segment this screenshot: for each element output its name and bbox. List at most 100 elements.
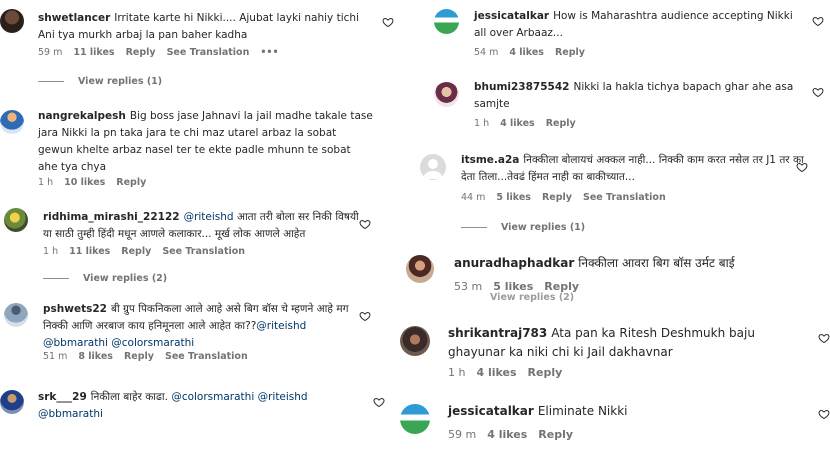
comment-meta: 44 m 5 likes Reply See Translation [461, 192, 677, 203]
username[interactable]: srk___29 [38, 391, 87, 403]
heart-icon[interactable] [373, 396, 385, 408]
mention-link[interactable]: @bbmarathi [38, 408, 103, 420]
likes-count[interactable]: 5 likes [496, 192, 531, 203]
comment-meta: 59 m 11 likes Reply See Translation ••• [38, 47, 290, 58]
comment-text: jessicatalkar How is Maharashtra audience… [474, 10, 793, 39]
reply-button[interactable]: Reply [124, 351, 154, 362]
right-comment-panel: jessicatalkar How is Maharashtra audience… [398, 0, 830, 466]
comment-item: itsme.a2a निक्कीला बोलायचं अक्कल नाही... … [398, 148, 830, 242]
reply-button[interactable]: Reply [546, 118, 576, 129]
comment-item: srk___29 निकीला बाहेर काढा. @colorsmarath… [0, 386, 398, 466]
avatar[interactable] [406, 255, 434, 283]
likes-count[interactable]: 8 likes [78, 351, 113, 362]
comment-meta: 54 m 4 likes Reply [474, 47, 596, 58]
avatar[interactable] [4, 303, 28, 327]
comment-item: shrikantraj783 Ata pan ka Ritesh Deshmukh… [398, 318, 830, 388]
likes-count[interactable]: 10 likes [64, 177, 105, 188]
comment-meta: 1 h 4 likes Reply [474, 118, 587, 129]
username[interactable]: bhumi23875542 [474, 81, 569, 93]
comment-item: nangrekalpesh Big boss jase Jahnavi la ja… [0, 100, 398, 195]
username[interactable]: jessicatalkar [448, 404, 534, 418]
avatar[interactable] [434, 9, 459, 34]
likes-count[interactable]: 4 likes [487, 428, 527, 441]
likes-count[interactable]: 4 likes [509, 47, 544, 58]
avatar[interactable] [0, 9, 24, 33]
avatar[interactable] [0, 390, 24, 414]
avatar[interactable] [4, 208, 28, 232]
reply-button[interactable]: Reply [555, 47, 585, 58]
timestamp: 1 h [474, 118, 490, 129]
timestamp: 44 m [461, 192, 486, 203]
comment-meta: 1 h 10 likes Reply [38, 177, 157, 188]
heart-icon[interactable] [359, 218, 371, 230]
mention-link[interactable]: @riteishd [184, 211, 234, 223]
avatar[interactable] [434, 82, 459, 107]
heart-icon[interactable] [382, 16, 394, 28]
comment-text: shwetlancer Irritate karte hi Nikki.... A… [38, 12, 359, 41]
comment-meta: 51 m 8 likes Reply See Translation [43, 351, 259, 362]
timestamp: 1 h [448, 366, 466, 379]
heart-icon[interactable] [818, 332, 830, 344]
avatar[interactable] [0, 110, 24, 134]
heart-icon[interactable] [818, 408, 830, 420]
avatar[interactable] [400, 326, 430, 356]
comment-item: ridhima_mirashi_22122 @riteishd आता तरी ब… [0, 202, 398, 292]
username[interactable]: jessicatalkar [474, 10, 549, 22]
comment-item: pshwets22 बी ग्रुप पिकनिकला आले आहे असे ब… [0, 298, 398, 378]
view-replies-link[interactable]: View replies (2) [490, 292, 574, 303]
comment-text: itsme.a2a निक्कीला बोलायचं अक्कल नाही... … [461, 154, 804, 183]
reply-button[interactable]: Reply [121, 246, 151, 257]
avatar[interactable] [420, 154, 446, 180]
see-translation-button[interactable]: See Translation [583, 192, 666, 203]
timestamp: 51 m [43, 351, 68, 362]
comment-meta: 1 h 4 likes Reply [448, 366, 573, 379]
comment-meta: 59 m 4 likes Reply [448, 428, 584, 441]
comment-text: anuradhaphadkar निक्कीला आवरा बिग बॉस उर्… [454, 256, 735, 270]
comment-text: bhumi23875542 Nikki la hakla tichya bapac… [474, 81, 794, 110]
see-translation-button[interactable]: See Translation [162, 246, 245, 257]
reply-button[interactable]: Reply [528, 366, 563, 379]
comment-text: pshwets22 बी ग्रुप पिकनिकला आले आहे असे ब… [43, 303, 349, 349]
username[interactable]: pshwets22 [43, 303, 107, 315]
comment-text: nangrekalpesh Big boss jase Jahnavi la ja… [38, 110, 373, 173]
heart-icon[interactable] [812, 15, 824, 27]
heart-icon[interactable] [359, 310, 371, 322]
timestamp: 54 m [474, 47, 499, 58]
heart-icon[interactable] [812, 86, 824, 98]
username[interactable]: anuradhaphadkar [454, 256, 574, 270]
username[interactable]: nangrekalpesh [38, 110, 126, 122]
comment-item: anuradhaphadkar निक्कीला आवरा बिग बॉस उर्… [398, 250, 830, 310]
heart-icon[interactable] [796, 161, 808, 173]
see-translation-button[interactable]: See Translation [165, 351, 248, 362]
avatar[interactable] [400, 404, 430, 434]
mention-link[interactable]: @bbmarathi @colorsmarathi [43, 337, 194, 349]
comment-item: bhumi23875542 Nikki la hakla tichya bapac… [398, 76, 830, 140]
comment-item: jessicatalkar How is Maharashtra audience… [398, 0, 830, 70]
likes-count[interactable]: 11 likes [69, 246, 110, 257]
reply-button[interactable]: Reply [542, 192, 572, 203]
username[interactable]: shrikantraj783 [448, 326, 547, 340]
view-replies-link[interactable]: View replies (1) [38, 76, 162, 87]
left-comment-panel: shwetlancer Irritate karte hi Nikki.... A… [0, 0, 398, 466]
likes-count[interactable]: 11 likes [73, 47, 114, 58]
view-replies-link[interactable]: View replies (1) [461, 222, 585, 233]
username[interactable]: itsme.a2a [461, 154, 519, 166]
reply-button[interactable]: Reply [116, 177, 146, 188]
likes-count[interactable]: 4 likes [476, 366, 516, 379]
view-replies-link[interactable]: View replies (2) [43, 273, 167, 284]
username[interactable]: shwetlancer [38, 12, 110, 24]
comment-item: jessicatalkar Eliminate Nikki 59 m 4 likes… [398, 398, 830, 466]
timestamp: 59 m [38, 47, 63, 58]
timestamp: 1 h [38, 177, 54, 188]
reply-button[interactable]: Reply [126, 47, 156, 58]
timestamp: 53 m [454, 280, 483, 293]
reply-button[interactable]: Reply [538, 428, 573, 441]
comment-text: ridhima_mirashi_22122 @riteishd आता तरी ब… [43, 211, 359, 240]
mention-link[interactable]: @colorsmarathi @riteishd [171, 391, 307, 403]
more-options-icon[interactable]: ••• [260, 47, 278, 58]
username[interactable]: ridhima_mirashi_22122 [43, 211, 180, 223]
mention-link[interactable]: @riteishd [256, 320, 306, 332]
comment-meta: 1 h 11 likes Reply See Translation [43, 246, 256, 257]
see-translation-button[interactable]: See Translation [167, 47, 250, 58]
likes-count[interactable]: 4 likes [500, 118, 535, 129]
